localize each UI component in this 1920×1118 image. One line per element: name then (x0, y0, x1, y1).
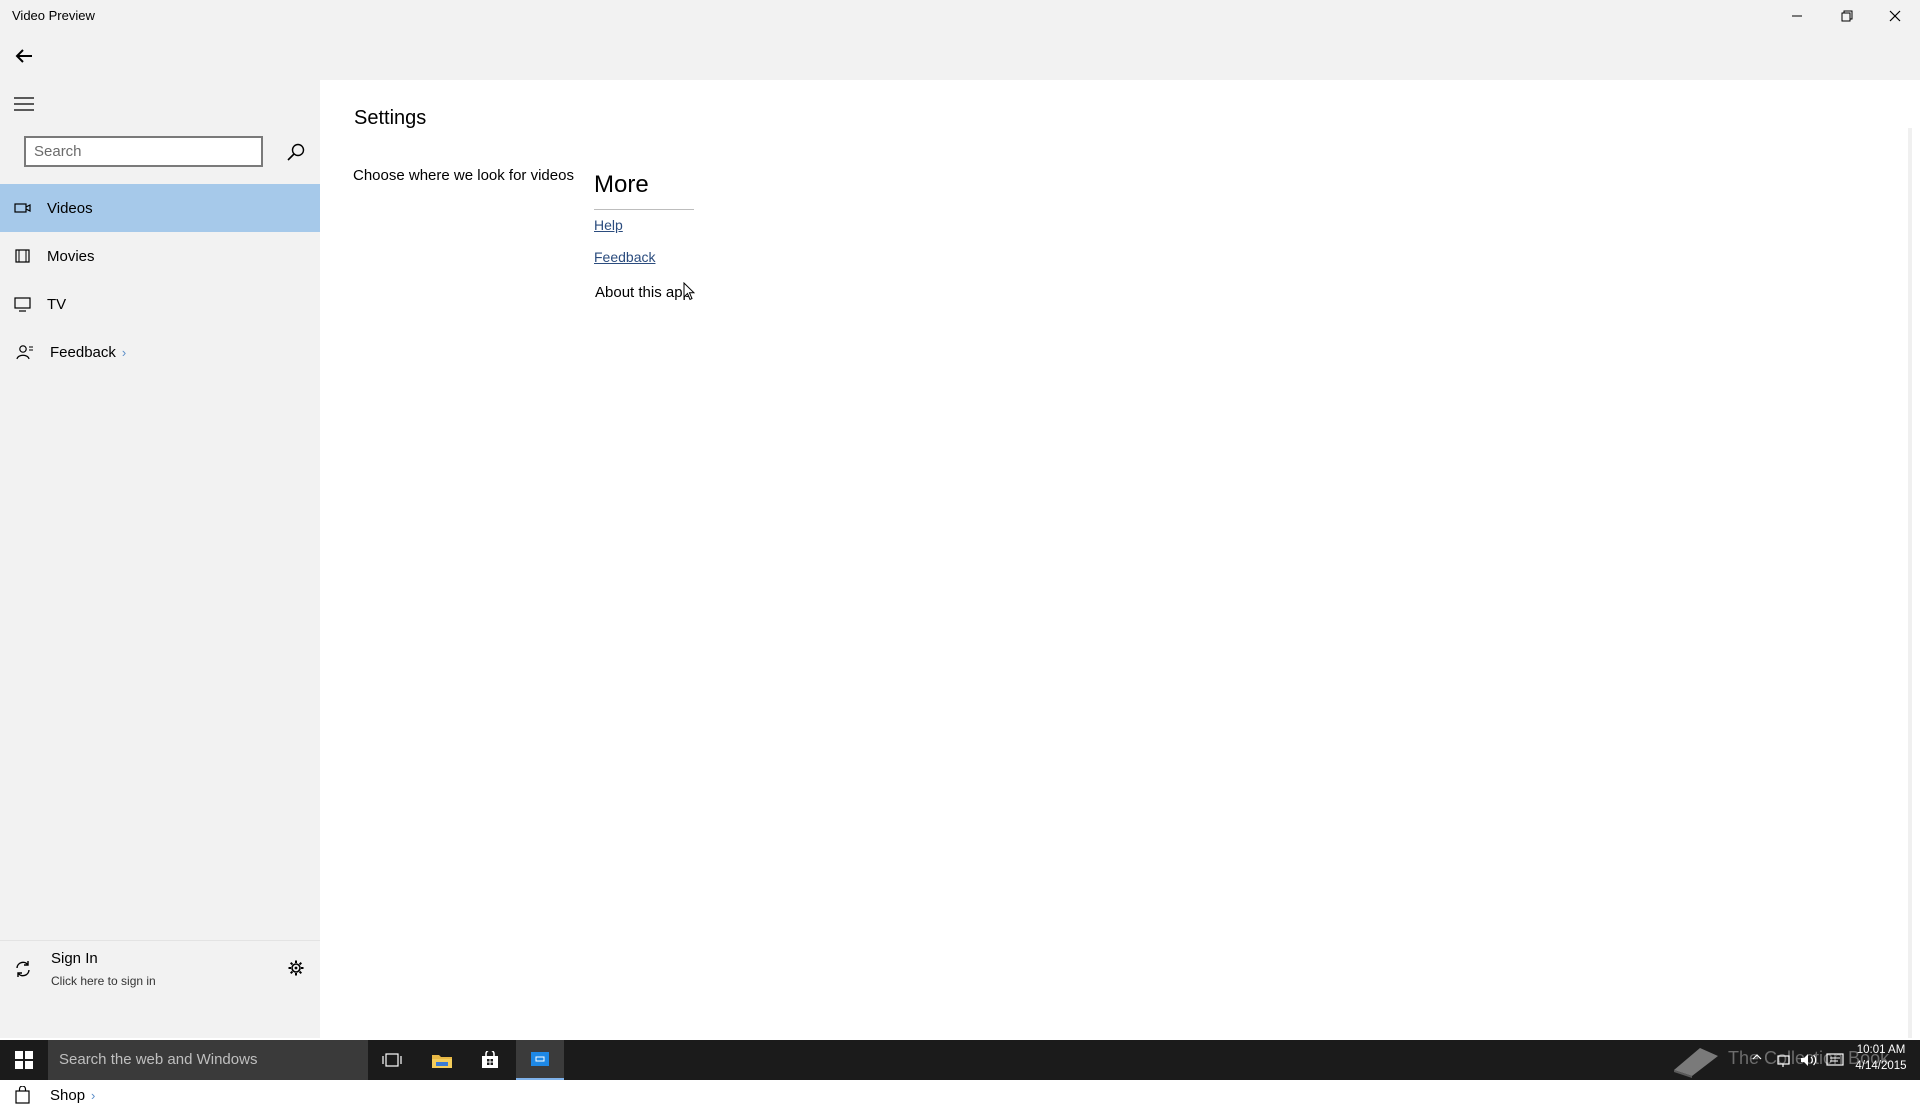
action-center-icon[interactable] (1826, 1052, 1844, 1068)
choose-video-locations-button[interactable]: Choose where we look for videos (353, 167, 574, 184)
taskbar-search-placeholder: Search the web and Windows (59, 1051, 258, 1068)
mouse-pointer-icon (683, 282, 695, 301)
sidebar-item-videos[interactable]: Videos (0, 184, 320, 232)
more-section-title: More (594, 171, 649, 198)
window-title: Video Preview (12, 8, 95, 23)
taskbar: Search the web and Windows The Collectio… (0, 1040, 1920, 1080)
sidebar-item-feedback-text: Feedback › (50, 344, 126, 361)
task-view-button[interactable] (368, 1040, 416, 1080)
windows-logo-icon (15, 1051, 33, 1069)
sidebar: Videos Movies TV Feedback › (0, 80, 320, 1104)
sign-in-subtitle: Click here to sign in (51, 974, 156, 988)
sign-in-title: Sign In (51, 950, 98, 967)
sidebar-item-movies[interactable]: Movies (0, 232, 320, 280)
gear-icon (288, 960, 304, 976)
hamburger-menu-button[interactable] (8, 88, 40, 120)
store-bag-icon (482, 1051, 498, 1068)
shop-label: Shop (50, 1087, 86, 1104)
tv-icon (14, 297, 31, 312)
sidebar-divider (0, 940, 320, 941)
scrollbar[interactable] (1908, 128, 1912, 1038)
system-clock[interactable]: 10:01 AM 4/14/2015 (1848, 1042, 1914, 1074)
feedback-link[interactable]: Feedback (594, 249, 655, 265)
sidebar-item-label: Videos (47, 199, 93, 217)
search-input[interactable] (24, 136, 263, 167)
app-header (0, 32, 1920, 80)
chevron-right-icon: › (91, 1088, 96, 1103)
sidebar-item-label: Movies (47, 247, 95, 265)
clock-date: 4/14/2015 (1855, 1060, 1907, 1072)
film-icon (15, 249, 30, 263)
search-button[interactable] (280, 136, 312, 168)
shopping-bag-icon (15, 1086, 30, 1104)
back-button[interactable] (8, 40, 40, 72)
sidebar-item-tv[interactable]: TV (0, 280, 320, 328)
task-view-icon (382, 1053, 402, 1067)
sidebar-item-label: TV (47, 295, 67, 313)
section-divider (594, 209, 694, 210)
video-app-icon (531, 1052, 549, 1066)
feedback-icon (16, 345, 33, 360)
back-arrow-icon (15, 49, 32, 63)
folder-icon (432, 1055, 452, 1068)
hamburger-icon (14, 97, 34, 111)
network-icon[interactable] (1776, 1052, 1792, 1068)
chevron-up-icon[interactable] (1752, 1052, 1762, 1062)
shop-button[interactable]: Shop › (0, 1074, 320, 1118)
video-camera-icon (14, 203, 31, 213)
video-app-taskbar-button[interactable] (516, 1040, 564, 1080)
sidebar-item-label: Feedback (50, 343, 116, 361)
sign-in-button[interactable]: Sign In Click here to sign in (0, 942, 320, 994)
page-title: Settings (354, 107, 427, 129)
restore-button[interactable] (1824, 0, 1870, 32)
minimize-button[interactable] (1774, 0, 1820, 32)
volume-icon[interactable] (1800, 1052, 1818, 1068)
clock-time: 10:01 AM (1856, 1044, 1906, 1056)
settings-button[interactable] (284, 956, 308, 980)
chevron-right-icon: › (121, 344, 127, 360)
sidebar-item-feedback[interactable]: Feedback › (0, 328, 320, 376)
book-watermark-icon (1674, 1048, 1718, 1078)
taskbar-search-box[interactable]: Search the web and Windows (48, 1040, 368, 1080)
help-link[interactable]: Help (594, 217, 623, 233)
title-bar: Video Preview (0, 0, 1920, 32)
file-explorer-button[interactable] (418, 1040, 466, 1080)
restore-icon (1841, 10, 1853, 22)
start-button[interactable] (0, 1040, 48, 1080)
close-icon (1889, 10, 1901, 22)
search-icon (287, 143, 305, 161)
close-button[interactable] (1872, 0, 1918, 32)
sync-icon (16, 961, 30, 977)
minimize-icon (1792, 15, 1802, 17)
about-this-app-button[interactable]: About this app (595, 284, 691, 301)
shop-label-wrap: Shop › (50, 1087, 95, 1104)
store-button[interactable] (466, 1040, 514, 1080)
